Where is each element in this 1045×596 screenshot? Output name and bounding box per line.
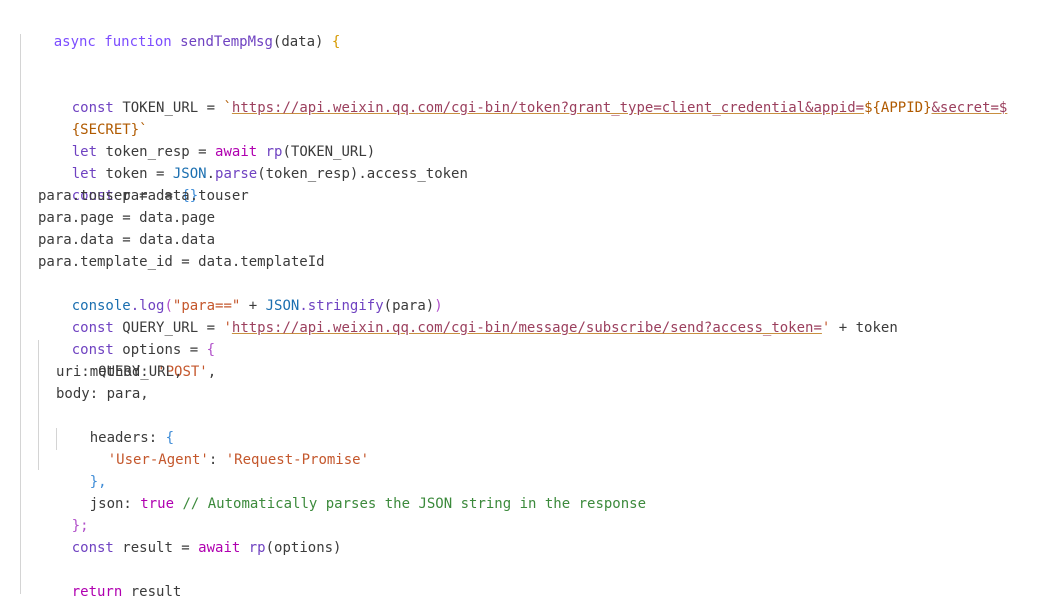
keyword-const: const	[71, 540, 114, 556]
arg-options: (options)	[265, 540, 342, 556]
code-line-token[interactable]: let token = JSON.parse(token_resp).acces…	[38, 141, 468, 182]
comment: // Automatically parses the JSON string …	[174, 496, 647, 512]
quote-open: '	[223, 320, 232, 336]
code-line-json[interactable]: json: true // Automatically parses the J…	[56, 471, 646, 512]
keyword-await: await	[198, 540, 241, 556]
operator-eq: =	[198, 100, 224, 116]
dot: .	[206, 166, 216, 182]
code-line-uri[interactable]: uri: QUERY_URL,	[56, 361, 182, 383]
comma: ,	[207, 364, 217, 380]
fn-rp: rp	[240, 540, 266, 556]
code-line-data[interactable]: para.data = data.data	[38, 229, 215, 251]
fn-parse: parse	[215, 166, 258, 182]
function-params: (data)	[272, 34, 324, 50]
colon: :	[208, 452, 226, 468]
code-line-query-url[interactable]: const QUERY_URL = 'https://api.weixin.qq…	[38, 295, 898, 336]
concat-token: + token	[830, 320, 898, 336]
code-line-touser[interactable]: para.touser = data.touser	[38, 185, 249, 207]
query-url-link[interactable]: https://api.weixin.qq.com/cgi-bin/messag…	[232, 320, 822, 336]
code-line-body[interactable]: body: para,	[56, 383, 149, 405]
code-line-token-url[interactable]: const TOKEN_URL = `https://api.weixin.qq…	[38, 75, 1008, 116]
code-line-user-agent[interactable]: 'User-Agent': 'Request-Promise'	[74, 427, 369, 468]
token-url-link[interactable]: https://api.weixin.qq.com/cgi-bin/token?…	[232, 100, 864, 116]
value-true: true	[140, 496, 175, 512]
code-editor[interactable]: async function sendTempMsg(data) { const…	[0, 0, 1045, 596]
code-line-para[interactable]: const para = {}	[38, 163, 198, 204]
code-line-page[interactable]: para.page = data.page	[38, 207, 215, 229]
key-user-agent: 'User-Agent'	[107, 452, 209, 468]
code-line-headers-close[interactable]: },	[56, 449, 107, 490]
open-brace: {	[331, 34, 341, 50]
var-result: result =	[113, 540, 199, 556]
code-line-method[interactable]: method: 'POST',	[56, 339, 216, 380]
code-line-function-decl[interactable]: async function sendTempMsg(data) {	[20, 9, 341, 50]
code-line-template-id[interactable]: para.template_id = data.templateId	[38, 251, 325, 273]
code-line-result[interactable]: const result = await rp(options)	[38, 515, 342, 556]
indent-guide	[20, 34, 21, 594]
code-line-console-log[interactable]: console.log("para==" + JSON.stringify(pa…	[38, 273, 443, 314]
template-tick: `	[223, 100, 232, 116]
code-line-headers[interactable]: headers: {	[56, 405, 174, 446]
keyword-async-function: async function	[53, 34, 172, 50]
parse-arg: (token_resp).access_token	[257, 166, 468, 182]
code-line-options[interactable]: const options = {	[38, 317, 215, 358]
code-line-options-close[interactable]: };	[38, 493, 89, 534]
value-request-promise: 'Request-Promise'	[225, 452, 370, 468]
code-line-token-url-wrap[interactable]: {SECRET}`	[38, 97, 148, 138]
code-line-return[interactable]: return result	[38, 559, 182, 596]
keyword-return: return	[71, 584, 123, 596]
key-json: json:	[89, 496, 141, 512]
code-line-token-resp[interactable]: let token_resp = await rp(TOKEN_URL)	[38, 119, 375, 160]
return-value: result	[122, 584, 182, 596]
token-url-secret: &secret=$	[931, 100, 1008, 116]
function-name: sendTempMsg	[180, 34, 273, 50]
template-appid: ${APPID}	[864, 100, 932, 116]
